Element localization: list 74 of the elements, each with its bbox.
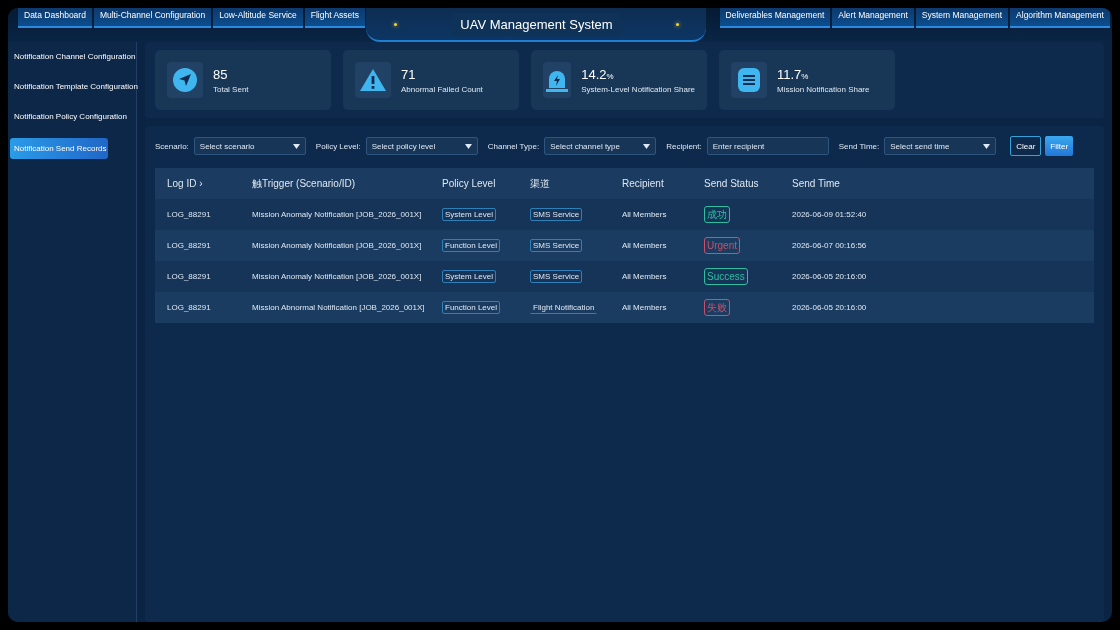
caret-icon (983, 143, 991, 149)
column-header: 渠道 (529, 176, 551, 191)
input-field[interactable]: Enter recipient (706, 137, 829, 155)
table-cell-text: Mission Abnormal Notification [JOB_2026_001X] (251, 303, 426, 312)
select-field[interactable]: Select policy level (365, 137, 478, 155)
stat-value: 14.2% (581, 66, 615, 82)
column-header: Send Time (791, 178, 841, 189)
caret-icon (464, 143, 472, 149)
stat-value: 71 (401, 66, 417, 82)
nav-tab[interactable]: Flight Assets (304, 8, 365, 28)
channel-tag: SMS Service (530, 239, 583, 252)
policy-tag: System Level (442, 208, 497, 221)
filter-label: Channel Type: (487, 141, 540, 151)
table-cell-text: Mission Anomaly Notification [JOB_2026_001X] (251, 210, 423, 219)
status-tag: Success (704, 268, 748, 285)
column-header: Recipient (621, 178, 665, 189)
warning-icon (359, 68, 387, 92)
column-header: Send Status (703, 178, 760, 189)
table-cell-text: All Members (621, 272, 668, 281)
table-cell-text: 2026-06-05 20:16:00 (791, 303, 868, 312)
column-header: Log ID › (166, 178, 204, 189)
filter-label: Policy Level: (315, 141, 361, 151)
channel-tag: SMS Service (530, 270, 583, 283)
policy-tag: System Level (442, 270, 497, 283)
sidebar-item[interactable]: Notification Channel Configuration (10, 46, 140, 67)
nav-tab[interactable]: Multi-Channel Configuration (93, 8, 212, 28)
stat-label: Abnormal Failed Count (401, 84, 483, 94)
nav-tab[interactable]: Alert Management (832, 8, 914, 28)
filter-label: Recipient: (666, 141, 702, 151)
stat-label: Mission Notification Share (777, 84, 870, 94)
table-cell-text: 2026-06-05 20:16:00 (791, 272, 868, 281)
status-tag: 成功 (704, 205, 730, 223)
sidebar-item[interactable]: Notification Template Configuration (10, 76, 142, 97)
table-cell-text: All Members (621, 210, 668, 219)
channel-tag: SMS Service (530, 208, 583, 221)
table-cell-text: Mission Anomaly Notification [JOB_2026_001X] (251, 272, 423, 281)
status-tag: Urgent (704, 237, 740, 254)
select-field[interactable]: Select send time (884, 137, 997, 155)
table-cell-text: All Members (621, 241, 668, 250)
table-cell-text: LOG_88291 (166, 303, 212, 312)
nav-tab[interactable]: Low-Altitude Service (213, 8, 303, 28)
select-field[interactable]: Select scenario (193, 137, 306, 155)
clear-button[interactable]: Clear (1010, 136, 1042, 156)
filter-label: Scenario: (155, 141, 189, 151)
table-cell-text: LOG_88291 (166, 272, 212, 281)
stat-label: Total Sent (213, 84, 249, 94)
sidebar-item[interactable]: Notification Policy Configuration (10, 106, 131, 127)
channel-tag: Flight Notification (530, 301, 598, 314)
table-cell-text: 2026-06-09 01:52:40 (791, 210, 868, 219)
window-title: UAV Management System (452, 12, 621, 36)
stat-value: 85 (213, 66, 229, 82)
filter-label: Send Time: (838, 141, 880, 151)
table-cell-text: Mission Anomaly Notification [JOB_2026_001X] (251, 241, 423, 250)
stat-label: System-Level Notification Share (581, 84, 695, 94)
table-cell-text: 2026-06-07 00:16:56 (791, 241, 868, 250)
stat-value: 11.7% (777, 66, 810, 82)
select-field[interactable]: Select channel type (544, 137, 657, 155)
nav-tab[interactable]: Data Dashboard (18, 8, 92, 28)
column-header: Policy Level (441, 178, 497, 189)
clipboard-icon (737, 67, 761, 93)
nav-tab[interactable]: Deliverables Management (719, 8, 831, 28)
sidebar-item[interactable]: Notification Send Records (10, 138, 108, 159)
status-tag: 失败 (704, 298, 730, 316)
policy-tag: Function Level (442, 301, 501, 314)
caret-icon (643, 143, 651, 149)
column-header: 触Trigger (Scenario/ID) (251, 176, 356, 191)
caret-icon (292, 143, 300, 149)
send-icon (172, 67, 198, 93)
policy-tag: Function Level (442, 239, 501, 252)
table-cell-text: LOG_88291 (166, 241, 212, 250)
nav-tab[interactable]: Algorithm Management (1010, 8, 1110, 28)
table-cell-text: LOG_88291 (166, 210, 212, 219)
table-cell-text: All Members (621, 303, 668, 312)
nav-tab[interactable]: System Management (915, 8, 1009, 28)
